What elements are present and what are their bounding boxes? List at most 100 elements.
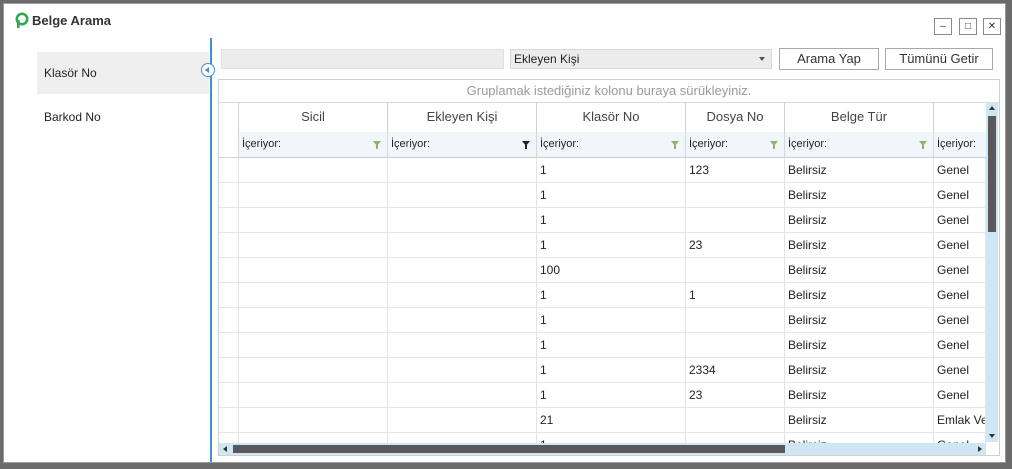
scroll-up-icon[interactable] <box>989 106 995 110</box>
row-indicator-cell[interactable] <box>219 183 239 207</box>
group-by-panel[interactable]: Gruplamak istediğiniz kolonu buraya sürü… <box>219 80 999 103</box>
table-row[interactable]: 1 BelirsizGenel <box>219 308 986 333</box>
cell-dosya-no[interactable]: 23 <box>686 233 785 257</box>
horizontal-scrollbar[interactable] <box>219 443 986 455</box>
cell-sicil[interactable] <box>239 183 388 207</box>
cell-ekleyen-kisi[interactable] <box>388 358 537 382</box>
collapse-sidebar-icon[interactable] <box>201 63 215 77</box>
cell-overflow[interactable]: Genel <box>934 208 986 232</box>
cell-sicil[interactable] <box>239 283 388 307</box>
scroll-left-icon[interactable] <box>223 446 227 452</box>
cell-klasor-no[interactable]: 1 <box>537 183 686 207</box>
cell-belge-tur[interactable]: Belirsiz <box>785 358 934 382</box>
cell-ekleyen-kisi[interactable] <box>388 408 537 432</box>
vertical-scroll-thumb[interactable] <box>988 116 996 232</box>
table-row[interactable]: 1 23 Belirsiz Genel <box>219 383 986 408</box>
cell-klasor-no[interactable]: 21 <box>537 408 686 432</box>
cell-belge-tur[interactable]: Belirsiz <box>785 333 934 357</box>
maximize-button[interactable]: □ <box>959 18 977 35</box>
cell-sicil[interactable] <box>239 408 388 432</box>
filter-icon[interactable] <box>373 141 381 149</box>
cell-klasor-no[interactable]: 1 <box>537 158 686 182</box>
cell-overflow[interactable]: Emlak Ve <box>934 408 986 432</box>
table-row[interactable]: 1 2334 Belirsiz Genel <box>219 358 986 383</box>
row-indicator-cell[interactable] <box>219 358 239 382</box>
cell-sicil[interactable] <box>239 383 388 407</box>
cell-sicil[interactable] <box>239 333 388 357</box>
cell-overflow[interactable]: Genel <box>934 183 986 207</box>
row-indicator-cell[interactable] <box>219 158 239 182</box>
cell-klasor-no[interactable]: 1 <box>537 283 686 307</box>
cell-klasor-no[interactable]: 1 <box>537 233 686 257</box>
cell-klasor-no[interactable]: 1 <box>537 208 686 232</box>
table-row[interactable]: 1 BelirsizGenel <box>219 208 986 233</box>
cell-dosya-no[interactable] <box>686 333 785 357</box>
row-indicator-cell[interactable] <box>219 208 239 232</box>
sidebar-item-klasor-no[interactable]: Klasör No <box>37 52 209 94</box>
cell-dosya-no[interactable] <box>686 408 785 432</box>
cell-klasor-no[interactable]: 1 <box>537 333 686 357</box>
column-header-overflow[interactable] <box>934 102 986 132</box>
cell-belge-tur[interactable]: Belirsiz <box>785 408 934 432</box>
vertical-scrollbar[interactable] <box>986 102 998 442</box>
table-row[interactable]: 100 Belirsiz Genel <box>219 258 986 283</box>
cell-dosya-no[interactable] <box>686 183 785 207</box>
filter-cell-klasor-no[interactable]: İçeriyor: <box>537 132 686 157</box>
cell-overflow[interactable]: Genel <box>934 283 986 307</box>
table-row[interactable]: 1 23 Belirsiz Genel <box>219 233 986 258</box>
filter-cell-dosya-no[interactable]: İçeriyor: <box>686 132 785 157</box>
cell-belge-tur[interactable]: Belirsiz <box>785 208 934 232</box>
cell-belge-tur[interactable]: Belirsiz <box>785 383 934 407</box>
filter-active-icon[interactable] <box>522 141 530 149</box>
cell-sicil[interactable] <box>239 258 388 282</box>
filter-icon[interactable] <box>919 141 927 149</box>
filter-icon[interactable] <box>671 141 679 149</box>
cell-dosya-no[interactable]: 123 <box>686 158 785 182</box>
cell-sicil[interactable] <box>239 233 388 257</box>
cell-overflow[interactable]: Genel <box>934 333 986 357</box>
filter-cell-ekleyen-kisi[interactable]: İçeriyor: <box>388 132 537 157</box>
cell-dosya-no[interactable] <box>686 208 785 232</box>
horizontal-scroll-thumb[interactable] <box>233 445 785 453</box>
scroll-down-icon[interactable] <box>989 434 995 438</box>
cell-overflow[interactable]: Genel <box>934 258 986 282</box>
cell-belge-tur[interactable]: Belirsiz <box>785 183 934 207</box>
cell-dosya-no[interactable]: 2334 <box>686 358 785 382</box>
cell-dosya-no[interactable] <box>686 258 785 282</box>
cell-overflow[interactable]: Genel <box>934 308 986 332</box>
row-indicator-cell[interactable] <box>219 408 239 432</box>
filter-cell-sicil[interactable]: İçeriyor: <box>239 132 388 157</box>
cell-ekleyen-kisi[interactable] <box>388 258 537 282</box>
cell-ekleyen-kisi[interactable] <box>388 308 537 332</box>
cell-klasor-no[interactable]: 1 <box>537 358 686 382</box>
cell-overflow[interactable]: Genel <box>934 158 986 182</box>
table-row[interactable]: 1 BelirsizGenel <box>219 183 986 208</box>
cell-klasor-no[interactable]: 1 <box>537 383 686 407</box>
table-row[interactable]: 1 1 Belirsiz Genel <box>219 283 986 308</box>
column-header-klasor-no[interactable]: Klasör No <box>537 102 686 132</box>
row-indicator-cell[interactable] <box>219 258 239 282</box>
get-all-button[interactable]: Tümünü Getir <box>885 48 993 70</box>
row-indicator-cell[interactable] <box>219 233 239 257</box>
search-button[interactable]: Arama Yap <box>779 48 879 70</box>
cell-belge-tur[interactable]: Belirsiz <box>785 283 934 307</box>
cell-sicil[interactable] <box>239 208 388 232</box>
sidebar-item-barkod-no[interactable]: Barkod No <box>37 96 209 138</box>
cell-dosya-no[interactable]: 1 <box>686 283 785 307</box>
row-indicator-cell[interactable] <box>219 333 239 357</box>
cell-ekleyen-kisi[interactable] <box>388 283 537 307</box>
cell-ekleyen-kisi[interactable] <box>388 158 537 182</box>
search-field-select[interactable]: Ekleyen Kişi <box>510 49 772 69</box>
cell-belge-tur[interactable]: Belirsiz <box>785 233 934 257</box>
close-button[interactable]: ✕ <box>983 18 1001 35</box>
cell-belge-tur[interactable]: Belirsiz <box>785 258 934 282</box>
row-indicator-cell[interactable] <box>219 308 239 332</box>
cell-dosya-no[interactable] <box>686 308 785 332</box>
cell-ekleyen-kisi[interactable] <box>388 233 537 257</box>
table-row[interactable]: 21 Belirsiz Emlak Ve <box>219 408 986 433</box>
cell-sicil[interactable] <box>239 358 388 382</box>
row-indicator-cell[interactable] <box>219 383 239 407</box>
column-header-sicil[interactable]: Sicil <box>239 102 388 132</box>
search-input[interactable] <box>221 49 504 69</box>
minimize-button[interactable]: – <box>934 18 952 35</box>
